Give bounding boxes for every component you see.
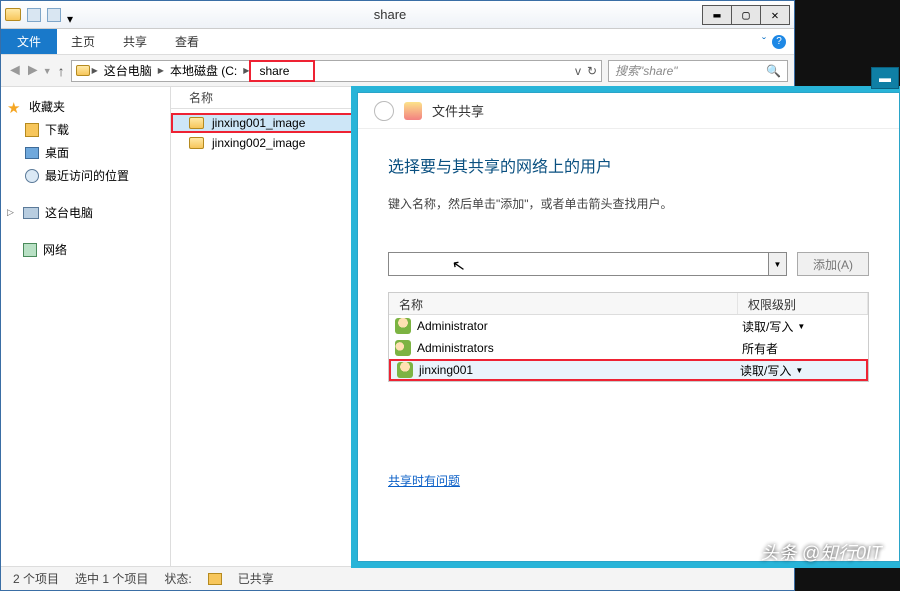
user-icon (397, 362, 413, 378)
table-header: 名称 权限级别 (389, 293, 868, 315)
sidebar-item-recent[interactable]: 最近访问的位置 (5, 164, 166, 187)
window-controls: ▬ ▢ ✕ (703, 5, 790, 25)
titlebar[interactable]: ▾ share ▬ ▢ ✕ (1, 1, 794, 29)
watermark: 头条 @知行0IT (761, 539, 882, 565)
dialog-header[interactable]: 文件共享 (358, 93, 899, 129)
user-name-input[interactable]: ▼ (388, 252, 787, 276)
help-icon[interactable]: ? (772, 35, 786, 49)
share-dialog: ▬ 文件共享 选择要与其共享的网络上的用户 键入名称，然后单击"添加"，或者单击… (357, 92, 900, 562)
dialog-minimize-button[interactable]: ▬ (871, 67, 899, 89)
sidebar-favorites[interactable]: ★ 收藏夹 (5, 95, 166, 118)
user-icon (395, 318, 411, 334)
search-icon[interactable]: 🔍 (766, 64, 781, 78)
qat-dropdown-icon[interactable]: ▾ (67, 12, 77, 18)
ribbon-tabs: 文件 主页 共享 查看 ˇ ? (1, 29, 794, 55)
table-row[interactable]: Administrators 所有者 (389, 337, 868, 359)
desktop-icon (25, 147, 39, 159)
network-icon (23, 243, 37, 257)
dialog-title: 文件共享 (432, 101, 484, 120)
crumb-share[interactable]: share (249, 60, 315, 82)
status-state-label: 状态: (164, 570, 191, 587)
folder-icon (189, 137, 204, 149)
minimize-button[interactable]: ▬ (702, 5, 732, 25)
perm-dropdown-icon[interactable]: ▼ (797, 322, 805, 331)
tab-view[interactable]: 查看 (161, 29, 213, 54)
recent-icon (25, 169, 39, 183)
tab-share[interactable]: 共享 (109, 29, 161, 54)
ribbon-right: ˇ ? (754, 29, 794, 54)
window-title: share (77, 7, 703, 22)
group-icon (395, 340, 411, 356)
shared-icon (208, 573, 222, 585)
qat-icon-1[interactable] (27, 8, 41, 22)
status-selected: 选中 1 个项目 (75, 570, 148, 587)
sidebar-item-downloads[interactable]: 下载 (5, 118, 166, 141)
add-button[interactable]: 添加(A) (797, 252, 869, 276)
folder-icon (189, 117, 204, 129)
dialog-hint: 键入名称，然后单击"添加"，或者单击箭头查找用户。 (388, 195, 869, 212)
sidebar-this-pc[interactable]: ▷ 这台电脑 (5, 201, 166, 224)
maximize-button[interactable]: ▢ (731, 5, 761, 25)
nav-back-icon[interactable]: ◄ (7, 62, 23, 80)
sidebar: ★ 收藏夹 下载 桌面 最近访问的位置 ▷ (1, 87, 171, 566)
status-item-count: 2 个项目 (13, 570, 59, 587)
tab-home[interactable]: 主页 (57, 29, 109, 54)
ribbon-expand-icon[interactable]: ˇ (762, 35, 766, 49)
people-icon (404, 102, 422, 120)
status-bar: 2 个项目 选中 1 个项目 状态: 已共享 (1, 566, 794, 590)
status-state: 已共享 (238, 570, 274, 587)
dialog-heading: 选择要与其共享的网络上的用户 (388, 153, 869, 177)
th-permission[interactable]: 权限级别 (738, 293, 868, 314)
crumb-sep-icon[interactable]: ▶ (158, 66, 164, 75)
search-input[interactable]: 搜索"share" 🔍 (608, 60, 788, 82)
th-name[interactable]: 名称 (389, 293, 738, 314)
table-row[interactable]: Administrator 读取/写入▼ (389, 315, 868, 337)
crumb-pc[interactable]: 这台电脑 (100, 62, 156, 79)
qat-icon-2[interactable] (47, 8, 61, 22)
perm-dropdown-icon[interactable]: ▼ (795, 366, 803, 375)
sidebar-item-desktop[interactable]: 桌面 (5, 141, 166, 164)
titlebar-quickaccess: ▾ (5, 8, 77, 22)
user-dropdown-icon[interactable]: ▼ (768, 253, 786, 275)
refresh-icon[interactable]: ↻ (587, 64, 597, 78)
nav-bar: ◄ ► ▼ ↑ ▶ 这台电脑 ▶ 本地磁盘 (C: ▶ share v ↻ 搜索… (1, 55, 794, 87)
table-row[interactable]: jinxing001 读取/写入▼ (389, 359, 868, 381)
nav-arrows: ◄ ► ▼ (7, 62, 52, 80)
permissions-table: 名称 权限级别 Administrator 读取/写入▼ Administrat… (388, 292, 869, 382)
search-placeholder: 搜索"share" (615, 62, 678, 79)
sidebar-network[interactable]: ▷ 网络 (5, 238, 166, 261)
tree-collapse-icon[interactable]: ▷ (7, 207, 17, 218)
tab-file[interactable]: 文件 (1, 29, 57, 54)
nav-forward-icon[interactable]: ► (25, 62, 41, 80)
download-icon (25, 123, 39, 137)
close-button[interactable]: ✕ (760, 5, 790, 25)
nav-up-icon[interactable]: ↑ (58, 63, 65, 79)
dialog-body: 选择要与其共享的网络上的用户 键入名称，然后单击"添加"，或者单击箭头查找用户。… (358, 129, 899, 499)
address-controls: v ↻ (575, 64, 597, 78)
folder-icon (5, 8, 21, 21)
sharing-problem-link[interactable]: 共享时有问题 (388, 472, 460, 489)
star-icon: ★ (7, 99, 23, 115)
pc-icon (23, 207, 39, 219)
dialog-back-icon[interactable] (374, 101, 394, 121)
address-folder-icon (76, 65, 90, 76)
address-dropdown-icon[interactable]: v (575, 64, 581, 78)
crumb-sep-icon[interactable]: ▶ (92, 66, 98, 75)
crumb-disk[interactable]: 本地磁盘 (C: (166, 62, 241, 79)
address-bar[interactable]: ▶ 这台电脑 ▶ 本地磁盘 (C: ▶ share v ↻ (71, 60, 602, 82)
nav-history-dropdown-icon[interactable]: ▼ (43, 66, 52, 76)
